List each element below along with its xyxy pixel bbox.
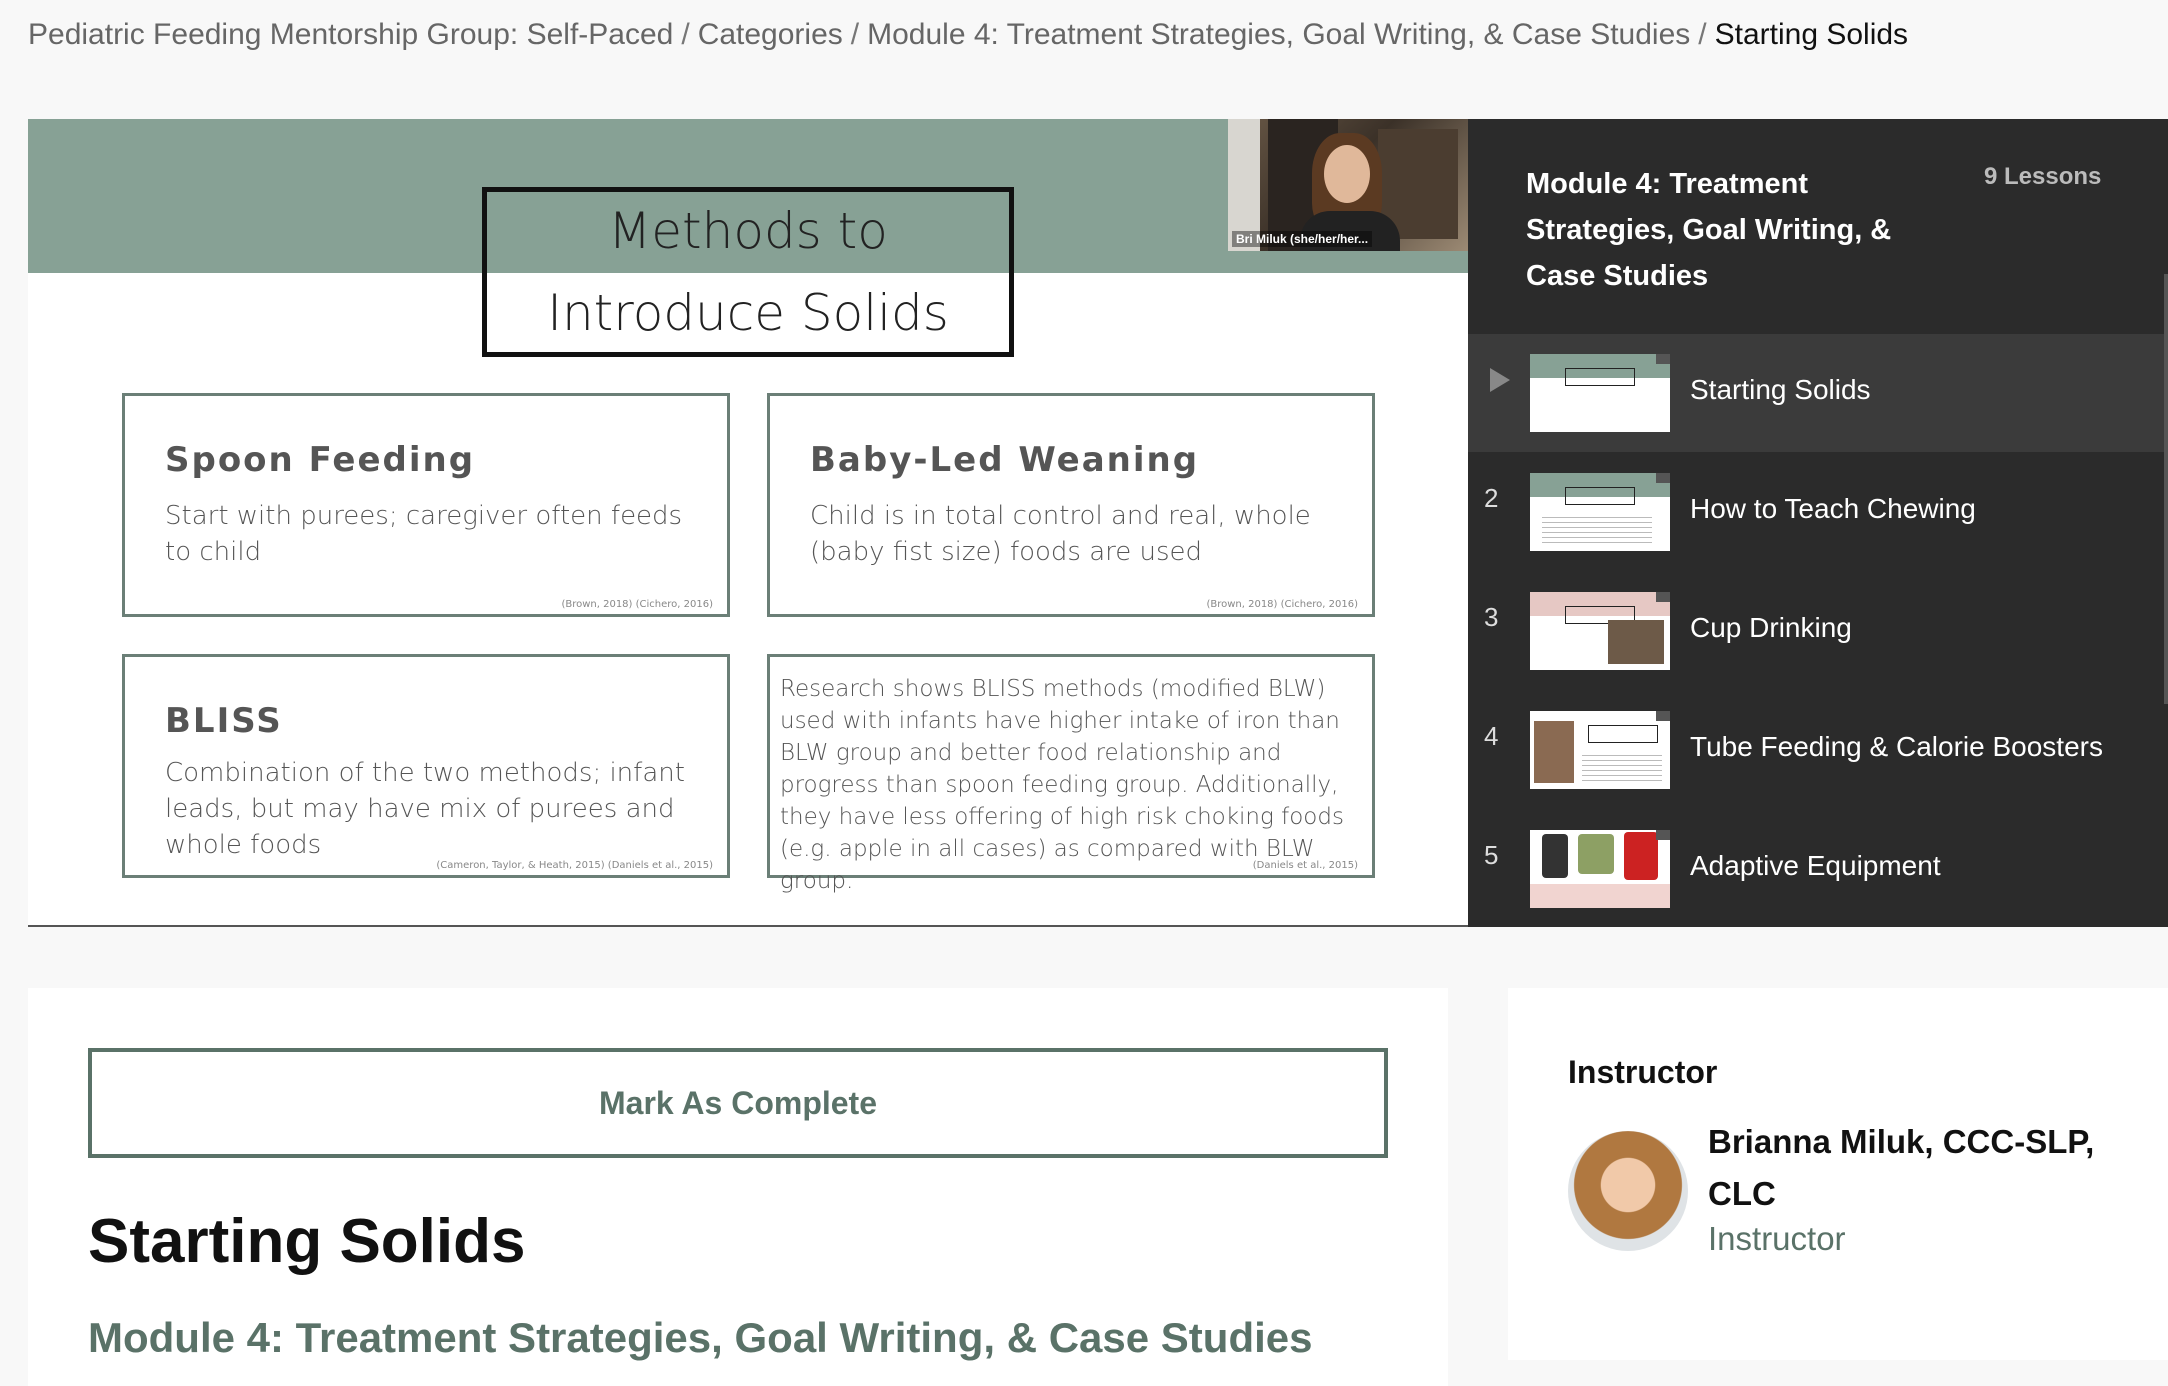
instructor-role: Instructor [1708, 1220, 1846, 1257]
instructor-name: Brianna Miluk, CCC-SLP, CLC [1708, 1123, 2095, 1212]
slide-card-spoon-feeding: Spoon Feeding Start with purees; caregiv… [122, 393, 730, 617]
lesson-module-title: Module 4: Treatment Strategies, Goal Wri… [88, 1314, 1313, 1361]
slide-title-line-1: Methods to [608, 202, 888, 260]
mark-as-complete-button[interactable]: Mark As Complete [88, 1048, 1388, 1158]
lesson-title: Starting Solids [88, 1207, 526, 1276]
instructor-avatar [1568, 1131, 1688, 1251]
webcam-overlay: Bri Miluk (she/her/her... [1228, 119, 1468, 251]
play-icon [1490, 368, 1510, 392]
card-text: Start with purees; caregiver often feeds… [165, 501, 683, 567]
breadcrumb-separator: / [850, 18, 860, 51]
playlist-item-title: Cup Drinking [1690, 612, 1852, 643]
playlist-item-how-to-teach-chewing[interactable]: 2 How to Teach Chewing [1468, 453, 2168, 571]
slide-title: Methods to Introduce Solids [482, 187, 1014, 357]
instructor-panel: Instructor Brianna Miluk, CCC-SLP, CLC I… [1508, 988, 2168, 1360]
playlist-module-title: Module 4: Treatment Strategies, Goal Wri… [1526, 168, 1892, 292]
playlist-item-title: Tube Feeding & Calorie Boosters [1690, 731, 2103, 762]
playlist-item-tube-feeding[interactable]: 4 Tube Feeding & Calorie Boosters [1468, 691, 2168, 809]
playlist-item-adaptive-equipment[interactable]: 5 Adaptive Equipment [1468, 810, 2168, 927]
card-citation: (Brown, 2018) (Cichero, 2016) [561, 599, 713, 610]
webcam-name-label: Bri Miluk (she/her/her... [1232, 231, 1373, 247]
instructor-heading: Instructor [1568, 1054, 1718, 1090]
playlist-item-number: 5 [1484, 840, 1499, 870]
playlist-item-title: Adaptive Equipment [1690, 850, 1941, 881]
slide-title-line-2: Introduce Solids [547, 284, 949, 342]
breadcrumb: Pediatric Feeding Mentorship Group: Self… [28, 18, 1908, 52]
playlist-lesson-count: 9 Lessons [1984, 163, 2102, 190]
card-citation: (Cameron, Taylor, & Heath, 2015) (Daniel… [436, 860, 713, 871]
lesson-thumbnail [1530, 830, 1670, 908]
playlist-item-title: Starting Solids [1690, 374, 1871, 405]
playlist-item-number: 4 [1484, 721, 1499, 751]
slide-card-baby-led-weaning: Baby-Led Weaning Child is in total contr… [767, 393, 1375, 617]
card-heading: Spoon Feeding [165, 440, 476, 480]
lesson-thumbnail [1530, 473, 1670, 551]
playlist-item-title: How to Teach Chewing [1690, 493, 1976, 524]
card-text: Child is in total control and real, whol… [810, 501, 1311, 567]
breadcrumb-module-link[interactable]: Module 4: Treatment Strategies, Goal Wri… [867, 18, 1690, 51]
breadcrumb-current: Starting Solids [1714, 18, 1909, 51]
lesson-details-panel: Mark As Complete Starting Solids Module … [28, 988, 1448, 1386]
card-text: Combination of the two methods; infant l… [165, 758, 685, 860]
video-player[interactable]: Methods to Introduce Solids Bri Miluk (s… [28, 119, 1468, 927]
breadcrumb-separator: / [1698, 18, 1707, 51]
playlist-item-number: 2 [1484, 483, 1499, 513]
playlist-scrollbar[interactable] [2164, 274, 2168, 704]
playlist-item-starting-solids[interactable]: Starting Solids [1468, 334, 2168, 452]
lesson-thumbnail [1530, 354, 1670, 432]
breadcrumb-course-link[interactable]: Pediatric Feeding Mentorship Group: Self… [28, 18, 673, 51]
card-citation: (Daniels et al., 2015) [1252, 860, 1358, 871]
breadcrumb-categories-link[interactable]: Categories [698, 18, 843, 51]
lesson-playlist: Module 4: Treatment Strategies, Goal Wri… [1468, 119, 2168, 927]
card-citation: (Brown, 2018) (Cichero, 2016) [1206, 599, 1358, 610]
playlist-item-number: 3 [1484, 602, 1499, 632]
slide-card-bliss: BLISS Combination of the two methods; in… [122, 654, 730, 878]
card-heading: Baby-Led Weaning [810, 440, 1200, 480]
card-heading: BLISS [165, 701, 283, 741]
playlist-item-cup-drinking[interactable]: 3 Cup Drinking [1468, 572, 2168, 690]
lesson-thumbnail [1530, 592, 1670, 670]
slide-card-research: Research shows BLISS methods (modified B… [767, 654, 1375, 894]
lesson-thumbnail [1530, 711, 1670, 789]
breadcrumb-separator: / [681, 18, 690, 51]
